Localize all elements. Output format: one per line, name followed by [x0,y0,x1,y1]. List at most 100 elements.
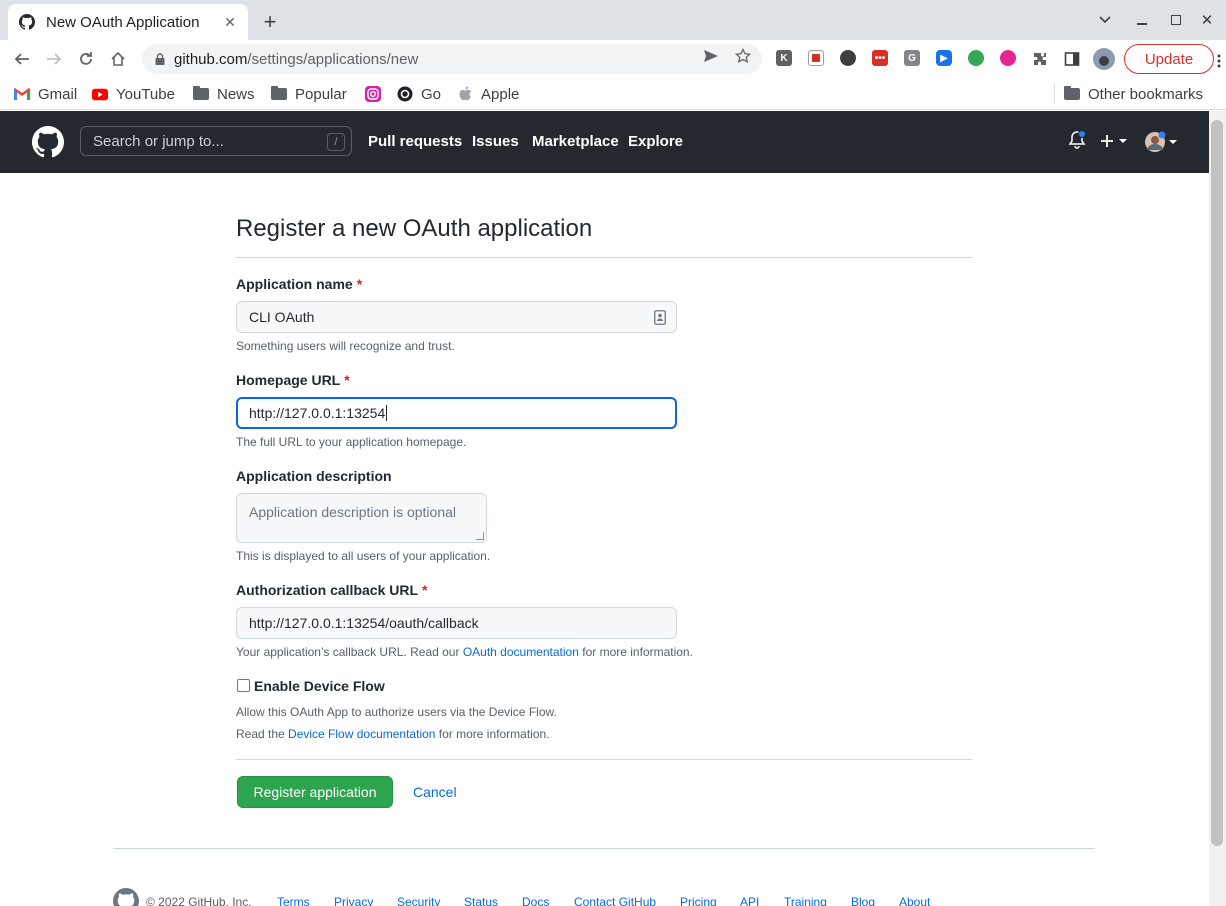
autofill-contact-icon[interactable] [654,310,666,328]
extension-dots-icon[interactable]: ••• [872,50,888,66]
extension-g-icon[interactable]: G [904,50,920,66]
folder-icon [271,86,287,102]
extension-k-icon[interactable]: K [776,50,792,66]
extension-clipboard-icon[interactable] [808,50,824,66]
footer-link-terms[interactable]: Terms [277,895,310,906]
description-placeholder: Application description is optional [249,504,457,520]
extensions-puzzle-icon[interactable] [1031,50,1049,68]
footer-link-training[interactable]: Training [784,895,827,906]
folder-icon [193,86,209,102]
notifications-bell-icon[interactable] [1068,130,1086,150]
home-icon[interactable] [107,48,129,70]
footer-link-blog[interactable]: Blog [851,895,875,906]
bookmarks-bar: Gmail YouTube News Popular Go Apple Othe… [0,78,1226,110]
bookmark-youtube[interactable]: YouTube [92,83,175,105]
zoom-extension-icon[interactable]: ▶ [936,50,952,66]
footer-link-status[interactable]: Status [464,895,498,906]
create-new-plus-icon[interactable] [1100,134,1130,148]
footer-link-security[interactable]: Security [397,895,440,906]
nav-pull-requests[interactable]: Pull requests [368,133,462,150]
side-panel-icon[interactable] [1063,50,1081,68]
lock-icon[interactable] [152,51,168,67]
bookmark-popular[interactable]: Popular [271,83,347,105]
nav-marketplace[interactable]: Marketplace [532,133,619,150]
footer-link-pricing[interactable]: Pricing [680,895,717,906]
bookmark-apple[interactable]: Apple [457,83,519,105]
go-icon [397,86,413,102]
actions-divider [236,759,972,760]
resize-handle-icon[interactable] [476,532,484,540]
description-textarea[interactable]: Application description is optional [236,493,487,543]
device-flow-label[interactable]: Enable Device Flow [254,678,385,694]
footer-link-api[interactable]: API [740,895,759,906]
page-title: Register a new OAuth application [236,215,593,242]
callback-url-value: http://127.0.0.1:13254/oauth/callback [249,615,479,631]
callback-url-note: Your application’s callback URL. Read ou… [236,645,693,659]
bookmark-instagram[interactable] [365,83,389,105]
update-button[interactable]: Update [1124,44,1214,74]
extension-octocat-icon[interactable] [840,50,856,66]
footer-link-docs[interactable]: Docs [522,895,549,906]
description-label: Application description [236,468,392,484]
send-tab-icon[interactable] [702,47,720,65]
app-name-label: Application name * [236,276,363,292]
tab-title: New OAuth Application [46,13,200,31]
bookmark-other[interactable]: Other bookmarks [1064,83,1203,105]
nav-explore[interactable]: Explore [628,133,683,150]
github-footer-logo-icon[interactable] [113,888,140,906]
callback-url-input[interactable]: http://127.0.0.1:13254/oauth/callback [236,607,677,639]
app-name-value: CLI OAuth [249,309,315,325]
footer-link-contact[interactable]: Contact GitHub [574,895,656,906]
device-flow-docs-note: Read the Device Flow documentation for m… [236,727,550,741]
bookmark-news[interactable]: News [193,83,255,105]
app-name-input[interactable]: CLI OAuth [236,301,677,333]
browser-tab-active[interactable]: New OAuth Application ✕ [8,4,248,40]
tab-close-icon[interactable]: ✕ [222,14,238,30]
extension-pink-icon[interactable] [1000,50,1016,66]
device-flow-docs-link[interactable]: Device Flow documentation [288,727,435,741]
apple-icon [457,86,473,102]
homepage-url-value: http://127.0.0.1:13254 [249,405,386,421]
forward-arrow-icon[interactable] [43,48,65,70]
footer-divider [113,848,1095,849]
profile-avatar[interactable] [1093,48,1115,70]
reload-icon[interactable] [75,48,97,70]
device-flow-note: Allow this OAuth App to authorize users … [236,705,557,719]
extension-globe-icon[interactable] [968,50,984,66]
device-flow-checkbox[interactable] [237,679,250,692]
footer-link-privacy[interactable]: Privacy [334,895,373,906]
register-application-button[interactable]: Register application [237,776,393,808]
title-divider [236,257,972,258]
github-search-input[interactable]: Search or jump to... / [80,126,352,156]
address-bar[interactable]: github.com/settings/applications/new [142,44,762,74]
cancel-link[interactable]: Cancel [413,784,457,800]
window-close-icon[interactable]: ✕ [1198,8,1216,32]
youtube-icon [92,86,108,102]
github-logo-icon[interactable] [32,126,65,158]
app-name-note: Something users will recognize and trust… [236,339,455,353]
github-favicon-icon [18,13,36,31]
new-tab-icon[interactable]: + [258,9,282,34]
browser-tab-strip: New OAuth Application ✕ + ✕ [0,0,1226,40]
callback-url-label: Authorization callback URL * [236,582,428,598]
tab-search-chevron-icon[interactable] [1096,8,1114,32]
footer-copyright: © 2022 GitHub, Inc. [146,895,252,906]
more-menu-icon[interactable] [1216,52,1222,70]
user-avatar-menu[interactable] [1144,131,1178,153]
bookmark-go[interactable]: Go [397,83,441,105]
homepage-url-input[interactable]: http://127.0.0.1:13254 [236,397,677,429]
text-caret [386,405,388,421]
bookmark-gmail[interactable]: Gmail [14,83,77,105]
required-marker: * [422,582,428,598]
browser-toolbar: github.com/settings/applications/new K •… [0,40,1226,78]
oauth-docs-link[interactable]: OAuth documentation [463,645,579,659]
back-arrow-icon[interactable] [11,48,33,70]
gmail-icon [14,86,30,102]
maximize-icon[interactable] [1168,8,1184,32]
required-marker: * [344,372,350,388]
bookmark-star-icon[interactable] [734,47,752,65]
page-scrollbar-thumb[interactable] [1211,120,1223,846]
footer-link-about[interactable]: About [899,895,930,906]
minimize-icon[interactable] [1134,8,1150,32]
nav-issues[interactable]: Issues [472,133,519,150]
